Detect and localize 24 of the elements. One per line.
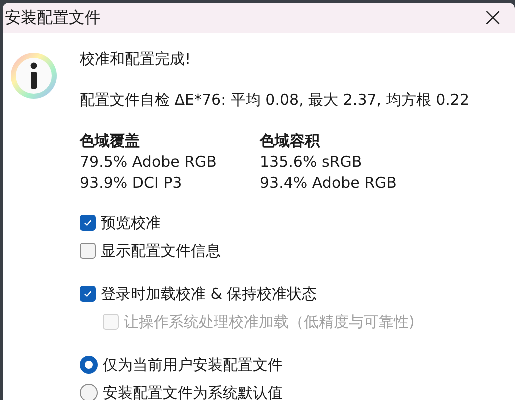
checkbox[interactable] xyxy=(80,243,96,259)
radio-button[interactable] xyxy=(80,356,98,374)
option-label: 显示配置文件信息 xyxy=(101,242,221,260)
info-icon xyxy=(9,51,59,101)
option-label: 让操作系统处理校准加载（低精度与可靠性) xyxy=(124,312,415,332)
radio-button[interactable] xyxy=(80,384,98,400)
gamut-value: 79.5% Adobe RGB xyxy=(80,152,218,173)
self-check-result: 配置文件自检 ΔE*76: 平均 0.08, 最大 2.37, 均方根 0.22 xyxy=(80,90,470,111)
gamut-heading: 色域容积 xyxy=(260,131,322,152)
option-label: 登录时加载校准 & 保持校准状态 xyxy=(101,284,318,304)
window-title: 安装配置文件 xyxy=(4,8,101,28)
status-message: 校准和配置完成! xyxy=(80,49,192,70)
gamut-value: 93.9% DCI P3 xyxy=(80,173,184,194)
option-label: 安装配置文件为系统默认值 xyxy=(103,384,283,400)
check-icon xyxy=(83,218,93,228)
gamut-value: 135.6% sRGB xyxy=(260,152,364,173)
option-label: 仅为当前用户安装配置文件 xyxy=(103,356,283,374)
close-button[interactable]: × xyxy=(471,3,515,33)
checkbox[interactable] xyxy=(80,286,96,302)
gamut-value: 93.4% Adobe RGB xyxy=(260,173,398,194)
check-icon xyxy=(83,289,93,299)
option-label: 预览校准 xyxy=(101,214,161,232)
gamut-heading: 色域覆盖 xyxy=(80,131,141,152)
checkbox[interactable] xyxy=(80,215,96,231)
